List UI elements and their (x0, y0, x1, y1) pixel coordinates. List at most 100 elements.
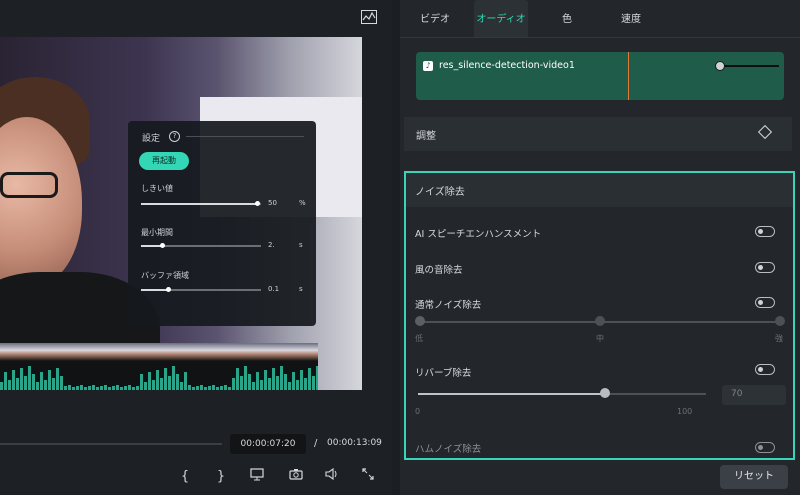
buffer-value[interactable]: 0.1 (268, 285, 279, 293)
audio-clip[interactable]: ♪ res_silence-detection-video1 (416, 52, 784, 100)
waveform-bar (208, 386, 211, 390)
playhead (628, 52, 629, 100)
threshold-label: しきい値 (141, 184, 173, 193)
waveform-bar (24, 376, 27, 390)
waveform-bar (272, 368, 275, 390)
camera-icon[interactable] (287, 468, 305, 486)
waveform-bar (40, 372, 43, 390)
timeline-thumbnail (256, 343, 273, 361)
waveform-bar (248, 374, 251, 390)
waveform-bar (296, 380, 299, 390)
threshold-knob[interactable] (255, 201, 260, 206)
waveform-bar (232, 378, 235, 390)
waveform-bar (200, 385, 203, 390)
time-separator: / (314, 438, 318, 449)
waveform-bar (104, 385, 107, 390)
ai-speech-toggle[interactable] (755, 226, 775, 237)
audio-clip-name: res_silence-detection-video1 (439, 60, 575, 71)
threshold-unit: % (299, 199, 306, 207)
keyframe-diamond-icon[interactable] (757, 124, 773, 140)
waveform-bar (228, 387, 231, 390)
fullscreen-icon[interactable] (359, 468, 377, 486)
waveform-bar (268, 378, 271, 390)
waveform-bar (144, 382, 147, 390)
noise-section-header[interactable]: ノイズ除去 (406, 173, 793, 207)
tab-speed[interactable]: 速度 (608, 0, 654, 37)
normal-noise-knob-low[interactable] (415, 316, 425, 326)
waveform-bar (116, 385, 119, 390)
waveform-bar (52, 378, 55, 390)
tab-color[interactable]: 色 (550, 0, 584, 37)
waveform-bar (288, 382, 291, 390)
timeline-thumbnail (304, 343, 318, 361)
waveform-bar (16, 378, 19, 390)
waveform-bar (284, 374, 287, 390)
tick-mid: 中 (596, 334, 604, 343)
normal-noise-toggle[interactable] (755, 297, 775, 308)
reverb-toggle[interactable] (755, 364, 775, 375)
mark-in-icon[interactable]: { (176, 468, 194, 486)
timeline-thumbnail (160, 343, 177, 361)
mark-out-icon[interactable]: } (212, 468, 230, 486)
waveform-bar (4, 372, 7, 390)
reverb-value-input[interactable]: 70 (722, 385, 786, 405)
current-time: 00:00:07:20 (230, 434, 306, 454)
waveform-bar (100, 386, 103, 390)
waveform-bar (0, 382, 3, 390)
playback-scrubber[interactable] (0, 443, 222, 445)
question-icon[interactable]: ? (169, 131, 180, 142)
buffer-label: バッファ領域 (141, 271, 189, 280)
normal-noise-label: 通常ノイズ除去 (415, 300, 482, 311)
total-time: 00:00:13:09 (327, 438, 382, 448)
waveform-bar (252, 382, 255, 390)
waveform-bar (168, 376, 171, 390)
waveform-bar (244, 366, 247, 390)
music-note-icon: ♪ (423, 61, 433, 71)
waveform-bar (56, 368, 59, 390)
waveform-bar (236, 368, 239, 390)
tab-audio[interactable]: オーディオ (474, 0, 528, 37)
reset-button[interactable]: リセット (720, 465, 788, 489)
waveform-bar (112, 386, 115, 390)
min-duration-knob[interactable] (160, 243, 165, 248)
waveform-bar (132, 387, 135, 390)
hum-label: ハムノイズ除去 (415, 444, 482, 455)
min-duration-value[interactable]: 2. (268, 241, 275, 249)
noise-title: ノイズ除去 (415, 187, 465, 198)
timeline-thumbnail (32, 343, 49, 361)
waveform-bar (152, 380, 155, 390)
waveform-monitor-icon[interactable] (360, 10, 378, 30)
waveform-bar (60, 376, 63, 390)
reverb-min: 0 (415, 407, 421, 416)
waveform-bar (188, 385, 191, 390)
hum-toggle[interactable] (755, 442, 775, 453)
buffer-knob[interactable] (166, 287, 171, 292)
waveform-bar (316, 366, 318, 390)
timeline-thumbnail (208, 343, 225, 361)
timeline-thumbnail (224, 343, 241, 361)
waveform-bar (12, 370, 15, 390)
display-icon[interactable] (248, 468, 266, 487)
waveform-bar (224, 385, 227, 390)
timeline-thumbnail (0, 343, 17, 361)
wind-toggle[interactable] (755, 262, 775, 273)
adjust-section-header[interactable]: 調整 (404, 117, 792, 151)
normal-noise-stop-high (775, 316, 785, 326)
timeline-thumbnail (192, 343, 209, 361)
timeline-thumbnail (64, 343, 81, 361)
timeline-thumbnail (128, 343, 145, 361)
clip-timeline-strip[interactable] (0, 343, 318, 390)
waveform-bar (28, 366, 31, 390)
tab-video[interactable]: ビデオ (410, 0, 460, 37)
threshold-value[interactable]: 50 (268, 199, 277, 207)
volume-icon[interactable] (323, 467, 341, 486)
waveform-bar (136, 386, 139, 390)
settings-title: 設定 (142, 134, 161, 144)
waveform-bar (20, 368, 23, 390)
waveform-bar (256, 372, 259, 390)
waveform-bar (84, 387, 87, 390)
waveform-bar (48, 370, 51, 390)
volume-keyframe-handle[interactable] (715, 61, 725, 71)
clip-volume-line[interactable] (721, 65, 779, 67)
rerun-button[interactable]: 再起動 (139, 152, 189, 170)
